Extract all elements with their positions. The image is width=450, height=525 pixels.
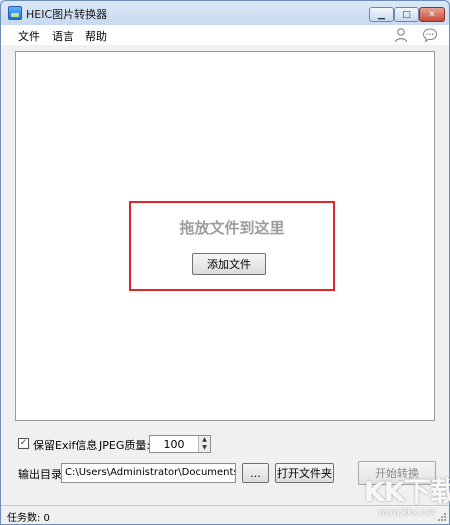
status-bar: 任务数: 0 bbox=[1, 505, 449, 524]
window-title: HEIC图片转换器 bbox=[26, 8, 108, 21]
options-row: ✓ 保留Exif信息 JPEG质量: 100 ▲ ▼ bbox=[1, 435, 449, 453]
add-file-button[interactable]: 添加文件 bbox=[192, 253, 266, 275]
start-convert-button[interactable]: 开始转换 bbox=[358, 461, 436, 485]
menu-file[interactable]: 文件 bbox=[18, 28, 40, 44]
output-dir-label: 输出目录: bbox=[18, 468, 66, 481]
jpeg-quality-spinbox[interactable]: 100 ▲ ▼ bbox=[149, 435, 211, 453]
drop-prompt: 拖放文件到这里 bbox=[179, 219, 285, 237]
jpeg-quality-value[interactable]: 100 bbox=[150, 438, 198, 451]
menu-help[interactable]: 帮助 bbox=[85, 28, 107, 44]
resize-grip-icon[interactable] bbox=[437, 512, 447, 522]
browse-button[interactable]: ... bbox=[242, 463, 269, 483]
user-icon[interactable] bbox=[393, 27, 409, 43]
open-folder-button[interactable]: 打开文件夹 bbox=[275, 463, 334, 483]
minimize-button[interactable]: ▁ bbox=[369, 7, 394, 22]
menu-language[interactable]: 语言 bbox=[52, 28, 74, 44]
spin-up-arrow-icon[interactable]: ▲ bbox=[199, 436, 210, 444]
annotation-highlight-box: 拖放文件到这里 添加文件 bbox=[129, 201, 335, 291]
client-area: 拖放文件到这里 添加文件 ✓ 保留Exif信息 JPEG质量: 100 ▲ ▼ … bbox=[1, 45, 449, 505]
chat-bubble-icon[interactable] bbox=[422, 27, 438, 43]
maximize-button[interactable]: □ bbox=[394, 7, 419, 22]
app-window: HEIC图片转换器 ▁ □ ✕ 文件 语言 帮助 拖放文件到这里 添加文件 ✓ … bbox=[0, 0, 450, 525]
spin-down-arrow-icon[interactable]: ▼ bbox=[199, 444, 210, 452]
spin-buttons: ▲ ▼ bbox=[198, 436, 210, 452]
jpeg-quality-label: JPEG质量: bbox=[99, 439, 151, 452]
output-row: 输出目录: C:\Users\Administrator\Documents\A… bbox=[1, 461, 449, 485]
close-button[interactable]: ✕ bbox=[419, 7, 445, 22]
app-image-icon bbox=[8, 6, 22, 20]
keep-exif-label[interactable]: 保留Exif信息 bbox=[33, 437, 97, 453]
title-bar[interactable]: HEIC图片转换器 ▁ □ ✕ bbox=[1, 1, 449, 25]
menu-bar: 文件 语言 帮助 bbox=[1, 25, 449, 45]
task-count: 任务数: 0 bbox=[7, 513, 50, 524]
output-path-field[interactable]: C:\Users\Administrator\Documents\Apo bbox=[61, 463, 236, 483]
file-drop-zone[interactable]: 拖放文件到这里 添加文件 bbox=[15, 51, 435, 421]
keep-exif-checkbox[interactable]: ✓ bbox=[18, 438, 29, 449]
